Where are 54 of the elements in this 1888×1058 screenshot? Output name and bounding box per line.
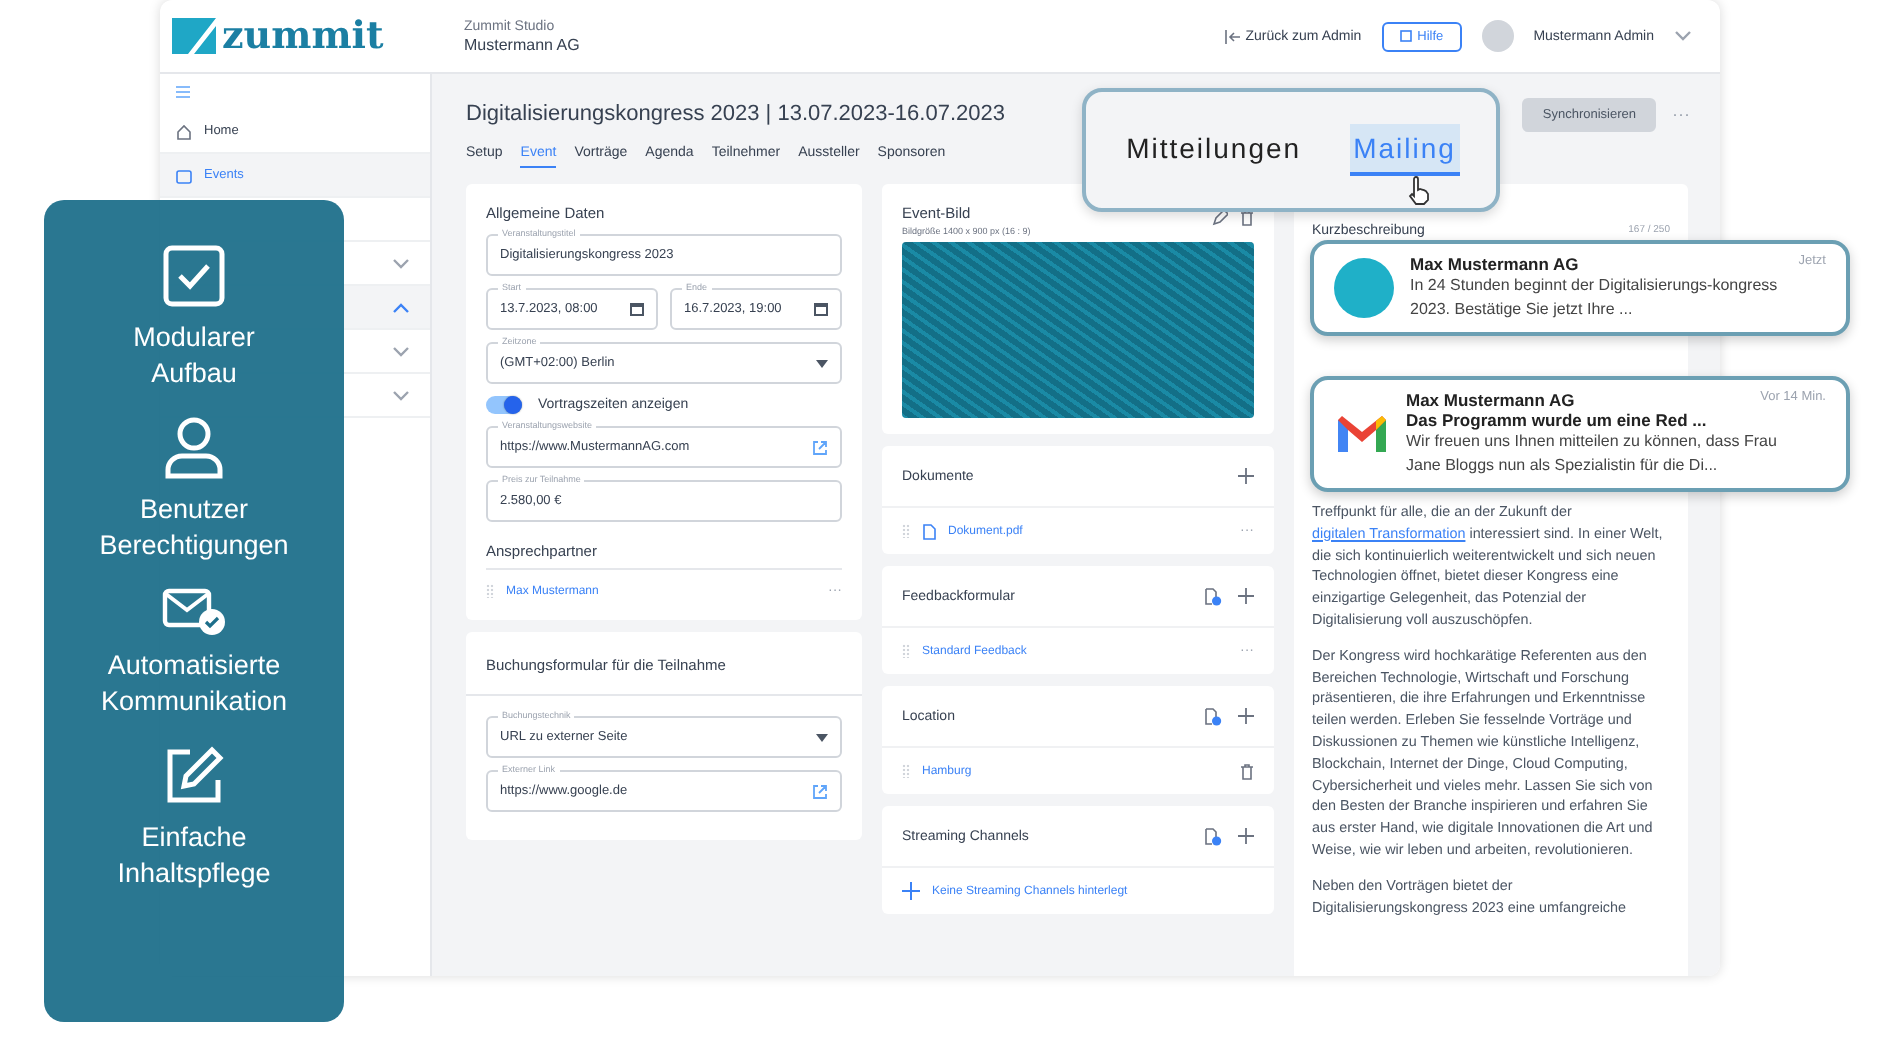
dropdown-arrow-icon[interactable] xyxy=(816,359,828,367)
chevron-icon[interactable] xyxy=(392,389,410,401)
feature-label: Modularer Aufbau xyxy=(131,320,257,392)
notification-text: In 24 Stunden beginnt der Digitalisierungs-kongress 2023. Bestätige Sie jetzt Ihre ... xyxy=(1410,274,1780,322)
plus-icon[interactable] xyxy=(1238,708,1254,724)
file-upload-icon[interactable] xyxy=(1204,587,1222,605)
trash-icon[interactable] xyxy=(1240,209,1254,225)
help-icon xyxy=(1399,30,1412,42)
toggle-switch[interactable] xyxy=(486,396,522,414)
mail-app-icon xyxy=(1334,412,1390,456)
avatar xyxy=(1334,258,1394,318)
calendar-icon[interactable] xyxy=(630,302,644,316)
drag-handle-icon[interactable] xyxy=(902,764,910,778)
calendar-icon xyxy=(176,167,192,183)
exit-icon xyxy=(1223,29,1240,43)
external-link-icon[interactable] xyxy=(812,783,828,799)
external-link-icon[interactable] xyxy=(812,439,828,455)
user-icon xyxy=(164,416,224,480)
hand-cursor-icon xyxy=(1408,176,1432,206)
file-upload-icon[interactable] xyxy=(1204,707,1222,725)
pencil-icon[interactable] xyxy=(1212,209,1228,225)
trash-icon[interactable] xyxy=(1240,763,1254,779)
feature-label: Benutzer Berechtigungen xyxy=(97,492,291,564)
plus-icon[interactable] xyxy=(902,882,920,900)
plus-icon[interactable] xyxy=(1238,468,1254,484)
chevron-icon[interactable] xyxy=(1674,30,1692,42)
plus-icon[interactable] xyxy=(1238,828,1254,844)
dropdown-arrow-icon[interactable] xyxy=(816,733,828,741)
feature-label: Einfache Inhaltspflege xyxy=(115,820,273,892)
checkbox-icon xyxy=(162,244,226,308)
chevron-icon[interactable] xyxy=(392,301,410,313)
mail-check-icon xyxy=(162,588,226,636)
edit-icon xyxy=(162,744,226,808)
feature-label: Automatisierte Kommunikation xyxy=(98,648,290,720)
file-upload-icon[interactable] xyxy=(1204,827,1222,845)
mail-subject: Das Programm wurde um eine Red ... xyxy=(1406,410,1709,430)
calendar-icon[interactable] xyxy=(814,302,828,316)
sender-name: Max Mustermann AG xyxy=(1410,254,1579,274)
sender-name: Max Mustermann AG xyxy=(1406,390,1575,410)
drag-handle-icon[interactable] xyxy=(902,524,910,538)
chevron-icon[interactable] xyxy=(392,257,410,269)
company-name: Mustermann AG xyxy=(464,35,580,53)
logo-icon xyxy=(172,18,216,54)
notification-text: Wir freuen uns Ihnen mitteilen zu können, dass Frau Jane Bloggs nun als Spezialistin für die Di... xyxy=(1406,430,1779,478)
plus-icon[interactable] xyxy=(1238,588,1254,604)
drag-handle-icon[interactable] xyxy=(902,644,910,658)
tab[interactable]: Mitteilungen xyxy=(1122,124,1306,176)
document-icon xyxy=(922,523,936,539)
drag-handle-icon[interactable] xyxy=(486,584,494,598)
event-title: Digitalisierungskongress 2023 | 13.07.2023-16.07.2023 xyxy=(466,102,1005,126)
chevron-icon[interactable] xyxy=(392,345,410,357)
logo-text: zummit xyxy=(222,14,384,58)
menu-icon[interactable] xyxy=(176,86,190,98)
home-icon xyxy=(176,123,192,139)
